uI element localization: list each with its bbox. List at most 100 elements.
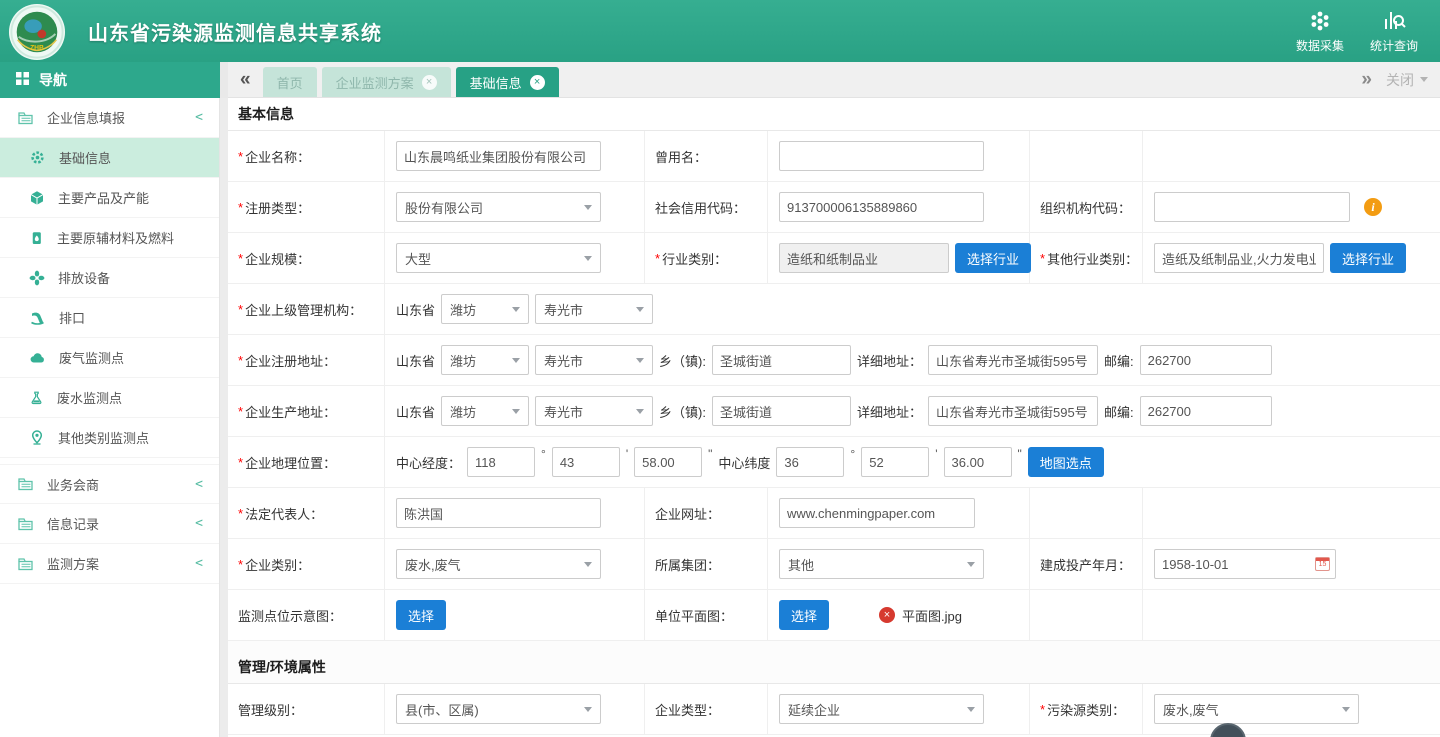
legal-representative-input[interactable] [396, 498, 601, 528]
close-tab-icon[interactable]: × [530, 75, 545, 90]
required-marker: * [238, 251, 243, 266]
sidebar-item-label: 监测方案 [47, 554, 99, 573]
company-scale-select[interactable]: 大型 [396, 243, 601, 273]
sidebar-item-monitor-plan[interactable]: 监测方案 < [0, 544, 219, 584]
sidebar-item-info-records[interactable]: 信息记录< [0, 504, 219, 544]
prod-detail-address-input[interactable] [928, 396, 1098, 426]
sidebar-item-enterprise-info[interactable]: 企业信息填报< [0, 98, 219, 138]
enterprise-type-select[interactable]: 延续企业 [779, 694, 984, 724]
select-value: 延续企业 [788, 700, 840, 719]
sidebar-item-outlets[interactable]: 排口 [0, 298, 219, 338]
field-label: *行业类别： [645, 233, 768, 284]
field-cell: 山东省潍坊寿光市 [385, 284, 1440, 335]
field-label: 单位平面图： [645, 590, 768, 641]
other-industry-input[interactable] [1154, 243, 1324, 273]
select-other-industry-button[interactable]: 选择行业 [1330, 243, 1406, 273]
collect-dots-icon [1307, 8, 1333, 34]
cloud-icon [29, 350, 46, 366]
former-name-input[interactable] [779, 141, 984, 171]
required-marker: * [655, 251, 660, 266]
label-text: 企业类型： [655, 700, 720, 719]
label-text: 建成投产年月： [1040, 555, 1131, 574]
select-value: 其他 [788, 555, 814, 574]
unit-label: ' [626, 447, 628, 461]
splitter [220, 62, 228, 98]
reg-zip-input[interactable] [1140, 345, 1272, 375]
label-text: 企业上级管理机构： [245, 300, 362, 319]
select-value: 寿光市 [544, 402, 583, 421]
field-label: 企业类型： [645, 684, 768, 735]
label-text: 企业生产地址： [245, 402, 336, 421]
field-label: *企业名称： [228, 131, 385, 182]
label-text: 组织机构代码： [1040, 198, 1131, 217]
credit-code-input[interactable] [779, 192, 984, 222]
longitude-min-input[interactable] [552, 447, 620, 477]
section-title: 管理/环境属性 [228, 641, 1440, 684]
group-select[interactable]: 其他 [779, 549, 984, 579]
plan-select-button[interactable]: 选择 [779, 600, 829, 630]
label-text: 行业类别： [662, 249, 727, 268]
reg-detail-address-input[interactable] [928, 345, 1098, 375]
parent-org-county-select[interactable]: 寿光市 [535, 294, 653, 324]
sidebar-item-business-consult[interactable]: 业务会商< [0, 464, 219, 504]
remove-file-icon[interactable]: × [879, 607, 895, 623]
latitude-sec-input[interactable] [944, 447, 1012, 477]
sidebar-item-products[interactable]: 主要产品及产能 [0, 178, 219, 218]
parent-org-city-select[interactable]: 潍坊 [441, 294, 529, 324]
sidebar-item-basic-info[interactable]: 基础信息 [0, 138, 219, 178]
sidebar-item-gas-points[interactable]: 废气监测点 [0, 338, 219, 378]
org-code-info-icon[interactable]: i [1364, 198, 1382, 216]
field-cell: 股份有限公司 [385, 182, 645, 233]
section-title: 基本信息 [228, 98, 1440, 131]
tabs-scroll-left-icon[interactable]: « [240, 70, 251, 89]
sidebar-item-water-points[interactable]: 废水监测点 [0, 378, 219, 418]
tab-enterprise-plan[interactable]: 企业监测方案× [322, 67, 451, 97]
tab-basic-info[interactable]: 基础信息× [456, 67, 559, 97]
longitude-sec-input[interactable] [634, 447, 702, 477]
sidebar-item-other-points[interactable]: 其他类别监测点 [0, 418, 219, 458]
prod-town-input[interactable] [712, 396, 851, 426]
company-category-select[interactable]: 废水,废气 [396, 549, 601, 579]
nav-label: 导航 [39, 70, 67, 90]
field-cell: 延续企业 [768, 684, 1030, 735]
registration-type-select[interactable]: 股份有限公司 [396, 192, 601, 222]
prod-county-select[interactable]: 寿光市 [535, 396, 653, 426]
select-industry-button[interactable]: 选择行业 [955, 243, 1031, 273]
industry-category-input[interactable] [779, 243, 949, 273]
map-pick-button[interactable]: 地图选点 [1028, 447, 1104, 477]
latitude-min-input[interactable] [861, 447, 929, 477]
prod-zip-input[interactable] [1140, 396, 1272, 426]
reg-county-select[interactable]: 寿光市 [535, 345, 653, 375]
close-menu-button[interactable]: 关闭 [1386, 70, 1428, 90]
data-collect-button[interactable]: 数据采集 [1296, 8, 1344, 54]
website-input[interactable] [779, 498, 975, 528]
longitude-deg-input[interactable] [467, 447, 535, 477]
management-level-select[interactable]: 县(市、区属) [396, 694, 601, 724]
collapse-chevron-icon[interactable]: < [195, 516, 203, 531]
close-tab-icon[interactable]: × [422, 75, 437, 90]
required-marker: * [238, 506, 243, 521]
sidebar-item-label: 排口 [59, 308, 85, 327]
latitude-deg-input[interactable] [776, 447, 844, 477]
collapse-chevron-icon[interactable]: < [195, 556, 203, 571]
tabs-scroll-right-icon[interactable]: » [1361, 70, 1372, 89]
company-name-input[interactable] [396, 141, 601, 171]
stats-query-button[interactable]: 统计查询 [1370, 8, 1418, 54]
tab-home[interactable]: 首页 [263, 67, 317, 97]
sidebar-item-materials[interactable]: 主要原辅材料及燃料 [0, 218, 219, 258]
operation-date-input[interactable] [1154, 549, 1336, 579]
stats-search-icon [1381, 8, 1407, 34]
collapse-chevron-icon[interactable]: < [195, 477, 203, 492]
field-cell: 山东省潍坊寿光市乡（镇):详细地址：邮编: [385, 386, 1440, 437]
calendar-icon[interactable]: 15 [1315, 557, 1330, 571]
collapse-chevron-icon[interactable]: < [195, 110, 203, 125]
reg-town-input[interactable] [712, 345, 851, 375]
pollution-source-select[interactable]: 废水,废气 [1154, 694, 1359, 724]
org-code-input[interactable] [1154, 192, 1350, 222]
reg-city-select[interactable]: 潍坊 [441, 345, 529, 375]
sidebar-item-equipment[interactable]: 排放设备 [0, 258, 219, 298]
required-marker: * [238, 149, 243, 164]
monitor-sketch-select-button[interactable]: 选择 [396, 600, 446, 630]
field-label: *企业注册地址： [228, 335, 385, 386]
prod-city-select[interactable]: 潍坊 [441, 396, 529, 426]
